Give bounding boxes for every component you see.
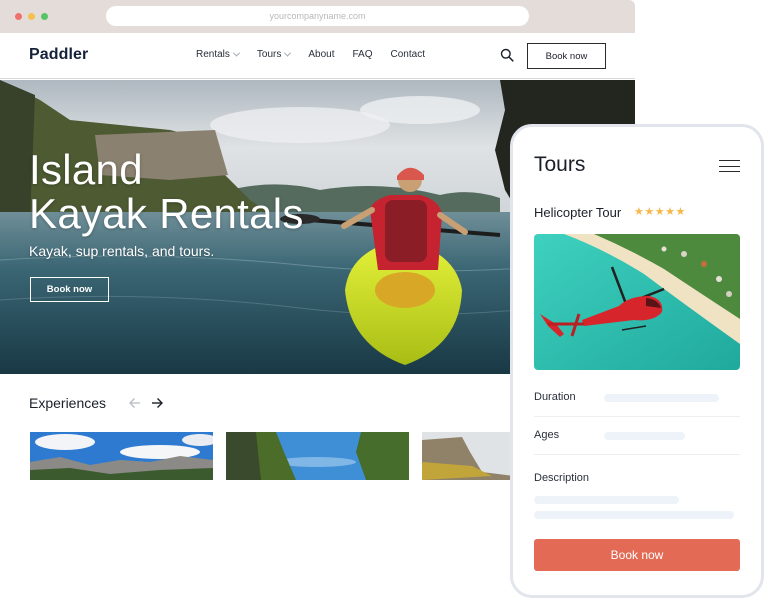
nav-item-about[interactable]: About bbox=[308, 49, 334, 60]
duration-row: Duration bbox=[534, 391, 740, 403]
jungle-cliffs-image bbox=[226, 432, 409, 480]
experience-thumbnail-cliffs[interactable] bbox=[226, 432, 409, 480]
description-row: Description bbox=[534, 472, 740, 484]
helicopter-beach-image bbox=[534, 234, 740, 370]
star-rating: ★★★★★ bbox=[634, 206, 686, 218]
minimize-window-dot[interactable] bbox=[28, 13, 35, 20]
header-book-now-button[interactable]: Book now bbox=[527, 43, 606, 69]
hamburger-line bbox=[719, 160, 740, 162]
mobile-phone-mockup: Tours Helicopter Tour ★★★★★ Duration Age… bbox=[510, 124, 764, 598]
nav-item-contact[interactable]: Contact bbox=[391, 49, 425, 60]
nav-label: Rentals bbox=[196, 49, 230, 60]
mobile-book-now-button[interactable]: Book now bbox=[534, 539, 740, 571]
close-window-dot[interactable] bbox=[15, 13, 22, 20]
experiences-heading: Experiences bbox=[29, 395, 107, 411]
nav-label: FAQ bbox=[352, 49, 373, 60]
description-placeholder-bar bbox=[534, 511, 734, 519]
hero-book-now-button[interactable]: Book now bbox=[30, 277, 109, 302]
cliff-sunset-image bbox=[422, 432, 522, 480]
site-header: Paddler Rentals Tours About FAQ Contact bbox=[0, 33, 635, 79]
duration-placeholder-bar bbox=[604, 394, 719, 402]
nav-item-tours[interactable]: Tours bbox=[256, 49, 292, 60]
arrow-right-icon[interactable] bbox=[150, 396, 164, 410]
nav-item-rentals[interactable]: Rentals bbox=[196, 49, 240, 60]
experience-thumbnail-cliff-sunset[interactable] bbox=[422, 432, 522, 480]
site-logo[interactable]: Paddler bbox=[29, 46, 88, 64]
maximize-window-dot[interactable] bbox=[41, 13, 48, 20]
hamburger-line bbox=[719, 171, 740, 173]
ages-placeholder-bar bbox=[604, 432, 685, 440]
ages-row: Ages bbox=[534, 429, 740, 441]
browser-chrome: yourcompanyname.com bbox=[0, 0, 635, 33]
tour-image[interactable] bbox=[534, 234, 740, 370]
divider bbox=[534, 454, 740, 455]
chevron-down-icon bbox=[232, 49, 240, 57]
hero-title-line-2: Kayak Rentals bbox=[29, 190, 304, 237]
divider bbox=[534, 416, 740, 417]
nav-label: About bbox=[308, 49, 335, 60]
address-bar[interactable]: yourcompanyname.com bbox=[106, 6, 529, 26]
mobile-page-title: Tours bbox=[534, 153, 586, 176]
hamburger-menu-icon[interactable] bbox=[719, 160, 740, 173]
description-placeholder-bar bbox=[534, 496, 679, 504]
hamburger-line bbox=[719, 165, 740, 167]
mountain-landscape-image bbox=[30, 432, 213, 480]
experience-thumbnail-mountains[interactable] bbox=[30, 432, 213, 480]
arrow-left-icon[interactable] bbox=[128, 396, 142, 410]
nav-label: Contact bbox=[390, 49, 425, 60]
search-icon[interactable] bbox=[500, 48, 514, 62]
hero-subtitle: Kayak, sup rentals, and tours. bbox=[29, 243, 215, 259]
nav-item-faq[interactable]: FAQ bbox=[353, 49, 373, 60]
hero-title-line-1: Island bbox=[29, 146, 143, 193]
hero-title: Island Kayak Rentals bbox=[29, 148, 304, 236]
main-nav: Rentals Tours About FAQ Contact bbox=[196, 49, 443, 60]
description-label: Description bbox=[534, 472, 590, 484]
chevron-down-icon bbox=[284, 49, 292, 57]
tour-name: Helicopter Tour bbox=[534, 205, 622, 220]
nav-label: Tours bbox=[256, 49, 282, 60]
